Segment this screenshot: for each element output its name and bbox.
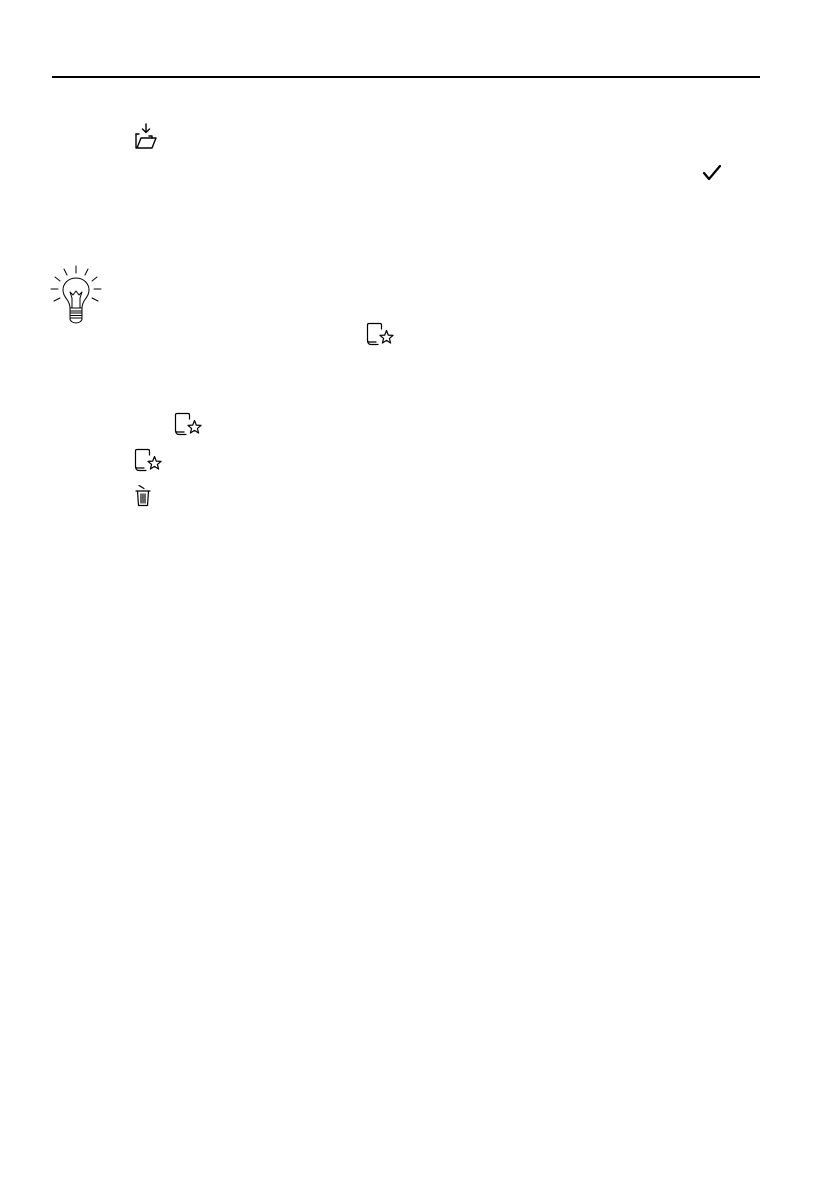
header-rule — [52, 76, 760, 78]
manual-page — [0, 0, 840, 1192]
folder-import-icon — [134, 123, 158, 150]
lightbulb-icon — [48, 264, 104, 326]
trash-icon — [134, 484, 152, 508]
favorite-document-icon — [174, 412, 204, 436]
checkmark-icon — [702, 164, 722, 182]
favorite-document-icon — [134, 448, 164, 472]
favorite-document-icon — [366, 322, 396, 346]
